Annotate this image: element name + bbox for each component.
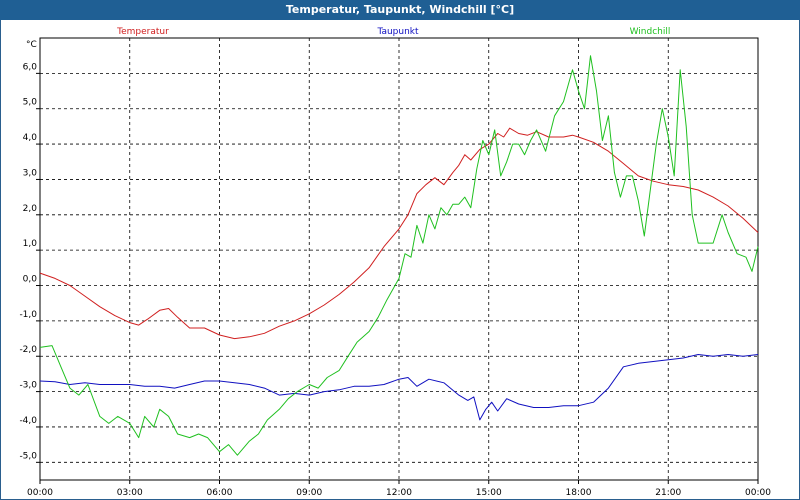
legend-entry-taupunkt: Taupunkt xyxy=(376,27,419,37)
x-tick-time: 21:00 xyxy=(655,488,681,498)
y-axis-label: °C xyxy=(26,40,37,50)
chart: -5,0 -4,0 -3,0 -2,0 -1,0 0,0 1,0 2,0 3,0 4,0 5,0 6,… xyxy=(19,27,771,498)
x-tick-time: 18:00 xyxy=(566,488,592,498)
x-tick-time: 06:00 xyxy=(207,488,233,498)
x-tick-time: 09:00 xyxy=(296,488,322,498)
y-tick-label: 6,0 xyxy=(23,62,38,72)
y-tick-label: 4,0 xyxy=(23,133,38,143)
legend-entry-temperatur: Temperatur xyxy=(116,27,169,37)
legend-entry-windchill: Windchill xyxy=(630,27,671,37)
y-tick-label: 0,0 xyxy=(23,275,38,285)
y-tick-label: -5,0 xyxy=(19,451,37,461)
y-tick-label: 3,0 xyxy=(23,168,38,178)
window-title: Temperatur, Taupunkt, Windchill [°C] xyxy=(0,0,800,20)
y-tick-label: -2,0 xyxy=(19,345,37,355)
y-tick-label: -3,0 xyxy=(19,381,37,391)
y-tick-label: 1,0 xyxy=(23,239,38,249)
y-tick-label: 5,0 xyxy=(23,98,38,108)
x-tick-time: 00:00 xyxy=(745,488,771,498)
x-tick-time: 03:00 xyxy=(117,488,143,498)
y-tick-label: 2,0 xyxy=(23,204,38,214)
x-axis: 00:0019.02.1803:0019.02.1806:0019.02.180… xyxy=(27,480,771,498)
y-tick-label: -1,0 xyxy=(19,310,37,320)
y-axis: -5,0 -4,0 -3,0 -2,0 -1,0 0,0 1,0 2,0 3,0 4,0 5,0 6,… xyxy=(19,62,40,463)
legend: Temperatur Taupunkt Windchill xyxy=(116,27,670,37)
y-tick-label: -4,0 xyxy=(19,416,37,426)
x-tick-time: 15:00 xyxy=(476,488,502,498)
x-tick-time: 12:00 xyxy=(386,488,412,498)
x-tick-time: 00:00 xyxy=(27,488,53,498)
